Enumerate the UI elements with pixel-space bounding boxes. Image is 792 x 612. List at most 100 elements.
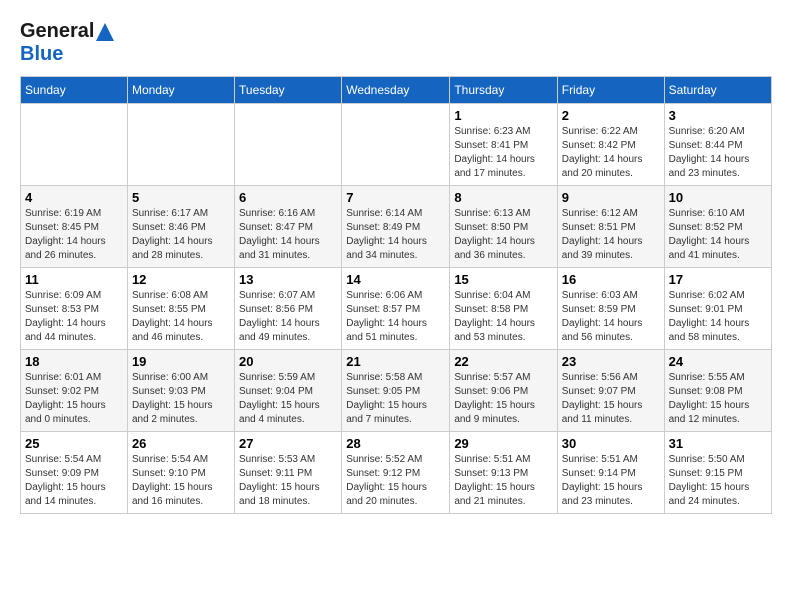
day-number: 5 [132, 190, 230, 205]
day-number: 16 [562, 272, 660, 287]
day-number: 24 [669, 354, 767, 369]
day-number: 11 [25, 272, 123, 287]
day-number: 20 [239, 354, 337, 369]
day-cell: 22 Sunrise: 5:57 AM Sunset: 9:06 PM Dayli… [450, 350, 557, 432]
day-cell: 12 Sunrise: 6:08 AM Sunset: 8:55 PM Dayli… [127, 268, 234, 350]
day-info: Sunrise: 6:04 AM Sunset: 8:58 PM Dayligh… [454, 289, 552, 345]
day-info: Sunrise: 6:16 AM Sunset: 8:47 PM Dayligh… [239, 207, 337, 263]
day-number: 27 [239, 436, 337, 451]
logo-icon [96, 23, 114, 41]
day-number: 15 [454, 272, 552, 287]
day-cell: 30 Sunrise: 5:51 AM Sunset: 9:14 PM Dayli… [557, 432, 664, 514]
day-cell: 25Sunrise: 5:54 AM Sunset: 9:09 PM Dayli… [21, 432, 128, 514]
day-number: 3 [669, 108, 767, 123]
day-number: 28 [346, 436, 445, 451]
week-row-2: 4 Sunrise: 6:19 AM Sunset: 8:45 PM Daylig… [21, 186, 772, 268]
page-header: General Blue [20, 20, 772, 66]
day-cell [235, 104, 342, 186]
col-header-friday: Friday [557, 77, 664, 104]
day-info: Sunrise: 6:17 AM Sunset: 8:46 PM Dayligh… [132, 207, 230, 263]
day-cell: 10 Sunrise: 6:10 AM Sunset: 8:52 PM Dayli… [664, 186, 771, 268]
day-info: Sunrise: 6:13 AM Sunset: 8:50 PM Dayligh… [454, 207, 552, 263]
day-info: Sunrise: 6:07 AM Sunset: 8:56 PM Dayligh… [239, 289, 337, 345]
day-cell: 15 Sunrise: 6:04 AM Sunset: 8:58 PM Dayli… [450, 268, 557, 350]
day-cell: 29Sunrise: 5:51 AM Sunset: 9:13 PM Dayli… [450, 432, 557, 514]
day-info: Sunrise: 6:23 AM Sunset: 8:41 PM Dayligh… [454, 125, 552, 181]
day-info: Sunrise: 5:51 AM Sunset: 9:14 PM Dayligh… [562, 453, 660, 509]
day-cell: 26 Sunrise: 5:54 AM Sunset: 9:10 PM Dayli… [127, 432, 234, 514]
day-number: 12 [132, 272, 230, 287]
day-cell: 4 Sunrise: 6:19 AM Sunset: 8:45 PM Daylig… [21, 186, 128, 268]
week-row-3: 11Sunrise: 6:09 AM Sunset: 8:53 PM Dayli… [21, 268, 772, 350]
day-number: 10 [669, 190, 767, 205]
day-info: Sunrise: 6:02 AM Sunset: 9:01 PM Dayligh… [669, 289, 767, 345]
day-number: 18 [25, 354, 123, 369]
day-number: 7 [346, 190, 445, 205]
day-info: Sunrise: 5:58 AM Sunset: 9:05 PM Dayligh… [346, 371, 445, 427]
day-info: Sunrise: 5:54 AM Sunset: 9:09 PM Dayligh… [25, 453, 123, 509]
day-cell: 5 Sunrise: 6:17 AM Sunset: 8:46 PM Daylig… [127, 186, 234, 268]
day-info: Sunrise: 6:00 AM Sunset: 9:03 PM Dayligh… [132, 371, 230, 427]
day-number: 9 [562, 190, 660, 205]
day-cell: 27 Sunrise: 5:53 AM Sunset: 9:11 PM Dayli… [235, 432, 342, 514]
day-cell: 6Sunrise: 6:16 AM Sunset: 8:47 PM Daylig… [235, 186, 342, 268]
week-row-1: 1 Sunrise: 6:23 AM Sunset: 8:41 PM Daylig… [21, 104, 772, 186]
day-number: 19 [132, 354, 230, 369]
col-header-thursday: Thursday [450, 77, 557, 104]
day-cell: 3 Sunrise: 6:20 AM Sunset: 8:44 PM Daylig… [664, 104, 771, 186]
day-info: Sunrise: 6:14 AM Sunset: 8:49 PM Dayligh… [346, 207, 445, 263]
day-info: Sunrise: 6:20 AM Sunset: 8:44 PM Dayligh… [669, 125, 767, 181]
col-header-monday: Monday [127, 77, 234, 104]
day-number: 17 [669, 272, 767, 287]
day-info: Sunrise: 5:59 AM Sunset: 9:04 PM Dayligh… [239, 371, 337, 427]
day-cell [127, 104, 234, 186]
logo-blue: Blue [20, 43, 114, 66]
day-info: Sunrise: 5:50 AM Sunset: 9:15 PM Dayligh… [669, 453, 767, 509]
day-number: 8 [454, 190, 552, 205]
day-number: 26 [132, 436, 230, 451]
day-cell: 2Sunrise: 6:22 AM Sunset: 8:42 PM Daylig… [557, 104, 664, 186]
day-info: Sunrise: 6:03 AM Sunset: 8:59 PM Dayligh… [562, 289, 660, 345]
day-info: Sunrise: 6:08 AM Sunset: 8:55 PM Dayligh… [132, 289, 230, 345]
day-info: Sunrise: 5:54 AM Sunset: 9:10 PM Dayligh… [132, 453, 230, 509]
col-header-saturday: Saturday [664, 77, 771, 104]
logo: General Blue [20, 20, 114, 66]
day-cell: 23 Sunrise: 5:56 AM Sunset: 9:07 PM Dayli… [557, 350, 664, 432]
day-number: 13 [239, 272, 337, 287]
day-cell: 19 Sunrise: 6:00 AM Sunset: 9:03 PM Dayli… [127, 350, 234, 432]
day-info: Sunrise: 6:19 AM Sunset: 8:45 PM Dayligh… [25, 207, 123, 263]
day-number: 23 [562, 354, 660, 369]
day-number: 21 [346, 354, 445, 369]
day-info: Sunrise: 5:55 AM Sunset: 9:08 PM Dayligh… [669, 371, 767, 427]
day-number: 29 [454, 436, 552, 451]
day-cell: 20 Sunrise: 5:59 AM Sunset: 9:04 PM Dayli… [235, 350, 342, 432]
day-number: 1 [454, 108, 552, 123]
week-row-5: 25Sunrise: 5:54 AM Sunset: 9:09 PM Dayli… [21, 432, 772, 514]
day-info: Sunrise: 5:56 AM Sunset: 9:07 PM Dayligh… [562, 371, 660, 427]
day-cell: 13 Sunrise: 6:07 AM Sunset: 8:56 PM Dayli… [235, 268, 342, 350]
day-number: 4 [25, 190, 123, 205]
day-info: Sunrise: 5:52 AM Sunset: 9:12 PM Dayligh… [346, 453, 445, 509]
day-number: 30 [562, 436, 660, 451]
day-info: Sunrise: 5:53 AM Sunset: 9:11 PM Dayligh… [239, 453, 337, 509]
col-header-wednesday: Wednesday [342, 77, 450, 104]
day-cell: 21 Sunrise: 5:58 AM Sunset: 9:05 PM Dayli… [342, 350, 450, 432]
day-cell: 7 Sunrise: 6:14 AM Sunset: 8:49 PM Daylig… [342, 186, 450, 268]
day-info: Sunrise: 6:06 AM Sunset: 8:57 PM Dayligh… [346, 289, 445, 345]
day-cell [21, 104, 128, 186]
day-info: Sunrise: 6:12 AM Sunset: 8:51 PM Dayligh… [562, 207, 660, 263]
day-number: 2 [562, 108, 660, 123]
day-info: Sunrise: 5:57 AM Sunset: 9:06 PM Dayligh… [454, 371, 552, 427]
day-number: 22 [454, 354, 552, 369]
logo-text: General [20, 20, 114, 43]
day-cell: 9 Sunrise: 6:12 AM Sunset: 8:51 PM Daylig… [557, 186, 664, 268]
day-cell: 31Sunrise: 5:50 AM Sunset: 9:15 PM Dayli… [664, 432, 771, 514]
day-info: Sunrise: 6:10 AM Sunset: 8:52 PM Dayligh… [669, 207, 767, 263]
day-info: Sunrise: 6:01 AM Sunset: 9:02 PM Dayligh… [25, 371, 123, 427]
day-cell: 8 Sunrise: 6:13 AM Sunset: 8:50 PM Daylig… [450, 186, 557, 268]
day-cell: 18 Sunrise: 6:01 AM Sunset: 9:02 PM Dayli… [21, 350, 128, 432]
header-row: SundayMondayTuesdayWednesdayThursdayFrid… [21, 77, 772, 104]
day-cell: 28 Sunrise: 5:52 AM Sunset: 9:12 PM Dayli… [342, 432, 450, 514]
day-cell: 1 Sunrise: 6:23 AM Sunset: 8:41 PM Daylig… [450, 104, 557, 186]
day-cell: 11Sunrise: 6:09 AM Sunset: 8:53 PM Dayli… [21, 268, 128, 350]
